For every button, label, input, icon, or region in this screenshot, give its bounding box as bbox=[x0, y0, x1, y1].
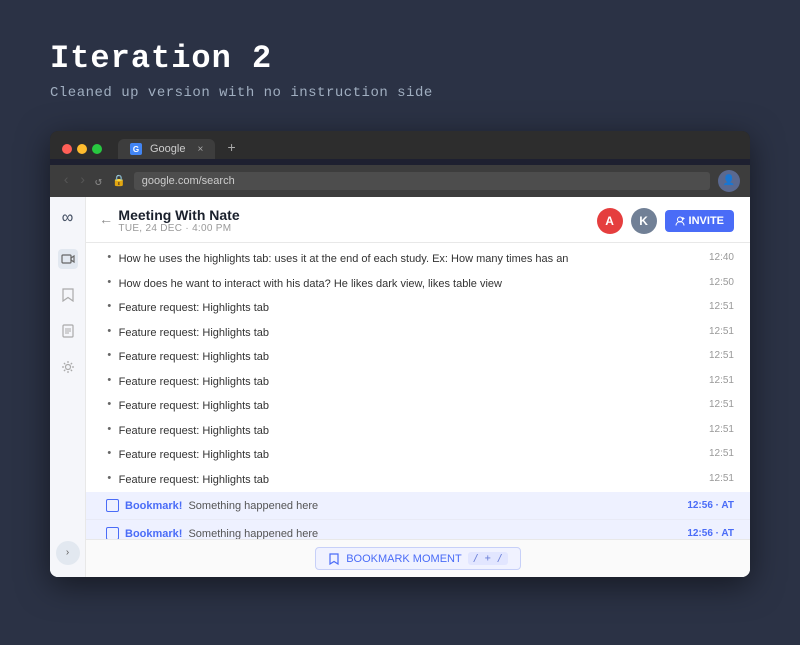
note-text[interactable]: Feature request: Highlights tab bbox=[119, 472, 697, 489]
note-time: 12:51 bbox=[709, 472, 734, 484]
bookmark-label: Bookmark! bbox=[125, 528, 182, 540]
browser-chrome: G Google × + bbox=[50, 131, 750, 159]
note-time: 12:51 bbox=[709, 300, 734, 312]
lock-icon: 🔒 bbox=[112, 174, 126, 188]
dot-red[interactable] bbox=[62, 144, 72, 154]
note-time: 12:51 bbox=[709, 447, 734, 459]
dot-yellow[interactable] bbox=[77, 144, 87, 154]
note-text[interactable]: Feature request: Highlights tab bbox=[119, 300, 697, 317]
sidebar-logo: ∞ bbox=[62, 209, 73, 229]
new-tab-button[interactable]: + bbox=[227, 141, 235, 157]
sidebar-icon-doc[interactable] bbox=[58, 321, 78, 341]
sidebar-icon-video[interactable] bbox=[58, 249, 78, 269]
meeting-title: Meeting With Nate bbox=[118, 207, 239, 223]
shortcut-badge: / + / bbox=[468, 552, 508, 565]
note-bullet: • bbox=[106, 375, 113, 387]
bookmark-time: 12:56 · AT bbox=[687, 528, 734, 539]
back-arrow-icon[interactable]: ← bbox=[102, 213, 110, 229]
note-text[interactable]: How does he want to interact with his da… bbox=[119, 276, 697, 293]
note-time: 12:51 bbox=[709, 398, 734, 410]
note-row: • Feature request: Highlights tab 12:51 bbox=[86, 296, 750, 321]
note-row: • Feature request: Highlights tab 12:51 bbox=[86, 370, 750, 395]
meeting-header: ← Meeting With Nate TUE, 24 Dec · 4:00 P… bbox=[86, 197, 750, 243]
tab-close-icon[interactable]: × bbox=[197, 144, 203, 155]
note-time: 12:50 bbox=[709, 276, 734, 288]
note-time: 12:51 bbox=[709, 423, 734, 435]
app-content: ∞ › ← Meeting bbox=[50, 197, 750, 577]
browser-dots bbox=[62, 144, 102, 154]
invite-btn-label: INVITE bbox=[689, 215, 724, 227]
participant-a-avatar[interactable]: A bbox=[597, 208, 623, 234]
note-row: • How does he want to interact with his … bbox=[86, 272, 750, 297]
note-time: 12:51 bbox=[709, 325, 734, 337]
notes-list: • How he uses the highlights tab: uses i… bbox=[86, 243, 750, 539]
note-bullet: • bbox=[106, 301, 113, 313]
note-text[interactable]: Feature request: Highlights tab bbox=[119, 398, 697, 415]
note-time: 12:51 bbox=[709, 349, 734, 361]
forward-button[interactable]: › bbox=[76, 173, 88, 189]
sidebar-expand-button[interactable]: › bbox=[56, 541, 80, 565]
note-row: • Feature request: Highlights tab 12:51 bbox=[86, 321, 750, 346]
note-bullet: • bbox=[106, 277, 113, 289]
note-text[interactable]: Feature request: Highlights tab bbox=[119, 325, 697, 342]
sidebar-icon-settings[interactable] bbox=[58, 357, 78, 377]
bookmark-row[interactable]: Bookmark! Something happened here 12:56 … bbox=[86, 492, 750, 520]
note-row: • How he uses the highlights tab: uses i… bbox=[86, 247, 750, 272]
note-row: • Feature request: Highlights tab 12:51 bbox=[86, 419, 750, 444]
page-title: Iteration 2 bbox=[50, 40, 750, 77]
note-row: • Feature request: Highlights tab 12:51 bbox=[86, 443, 750, 468]
browser-window: G Google × + ‹ › ↺ 🔒 👤 ∞ bbox=[50, 131, 750, 577]
note-bullet: • bbox=[106, 424, 113, 436]
note-bullet: • bbox=[106, 326, 113, 338]
note-bullet: • bbox=[106, 473, 113, 485]
bookmark-label: Bookmark! bbox=[125, 500, 182, 512]
note-text[interactable]: Feature request: Highlights tab bbox=[119, 447, 697, 464]
reload-button[interactable]: ↺ bbox=[93, 174, 104, 189]
note-row: • Feature request: Highlights tab 12:51 bbox=[86, 394, 750, 419]
note-bullet: • bbox=[106, 350, 113, 362]
note-text[interactable]: Feature request: Highlights tab bbox=[119, 423, 697, 440]
bottom-toolbar: BOOKMARK MOMENT / + / bbox=[86, 539, 750, 577]
bookmark-checkbox[interactable] bbox=[106, 499, 119, 512]
note-bullet: • bbox=[106, 252, 113, 264]
note-row: • Feature request: Highlights tab 12:51 bbox=[86, 345, 750, 370]
note-row: • Feature request: Highlights tab 12:51 bbox=[86, 468, 750, 493]
bookmark-row[interactable]: Bookmark! Something happened here 12:56 … bbox=[86, 520, 750, 539]
note-text[interactable]: How he uses the highlights tab: uses it … bbox=[119, 251, 697, 268]
note-text[interactable]: Feature request: Highlights tab bbox=[119, 349, 697, 366]
note-text[interactable]: Feature request: Highlights tab bbox=[119, 374, 697, 391]
meeting-date: TUE, 24 Dec · 4:00 PM bbox=[118, 223, 239, 234]
dot-green[interactable] bbox=[92, 144, 102, 154]
invite-button[interactable]: INVITE bbox=[665, 210, 734, 232]
page-subtitle: Cleaned up version with no instruction s… bbox=[50, 85, 750, 101]
tab-favicon: G bbox=[130, 143, 142, 155]
left-sidebar: ∞ › bbox=[50, 197, 86, 577]
note-time: 12:51 bbox=[709, 374, 734, 386]
profile-avatar[interactable]: 👤 bbox=[718, 170, 740, 192]
bookmark-time: 12:56 · AT bbox=[687, 500, 734, 511]
note-bullet: • bbox=[106, 448, 113, 460]
bookmark-text: Something happened here bbox=[188, 528, 318, 540]
bookmark-moment-button[interactable]: BOOKMARK MOMENT / + / bbox=[315, 547, 521, 570]
tab-label: Google bbox=[150, 143, 185, 155]
main-content: ← Meeting With Nate TUE, 24 Dec · 4:00 P… bbox=[86, 197, 750, 577]
note-time: 12:40 bbox=[709, 251, 734, 263]
bookmark-checkbox[interactable] bbox=[106, 527, 119, 539]
sidebar-icon-bookmark[interactable] bbox=[58, 285, 78, 305]
participant-k-avatar[interactable]: K bbox=[631, 208, 657, 234]
browser-tab[interactable]: G Google × bbox=[118, 139, 215, 159]
bookmark-text: Something happened here bbox=[188, 500, 318, 512]
address-bar[interactable] bbox=[134, 172, 710, 190]
bookmark-moment-label: BOOKMARK MOMENT bbox=[346, 553, 462, 565]
nav-buttons: ‹ › ↺ bbox=[60, 173, 104, 189]
back-button[interactable]: ‹ bbox=[60, 173, 72, 189]
browser-addressbar: ‹ › ↺ 🔒 👤 bbox=[50, 165, 750, 197]
note-bullet: • bbox=[106, 399, 113, 411]
